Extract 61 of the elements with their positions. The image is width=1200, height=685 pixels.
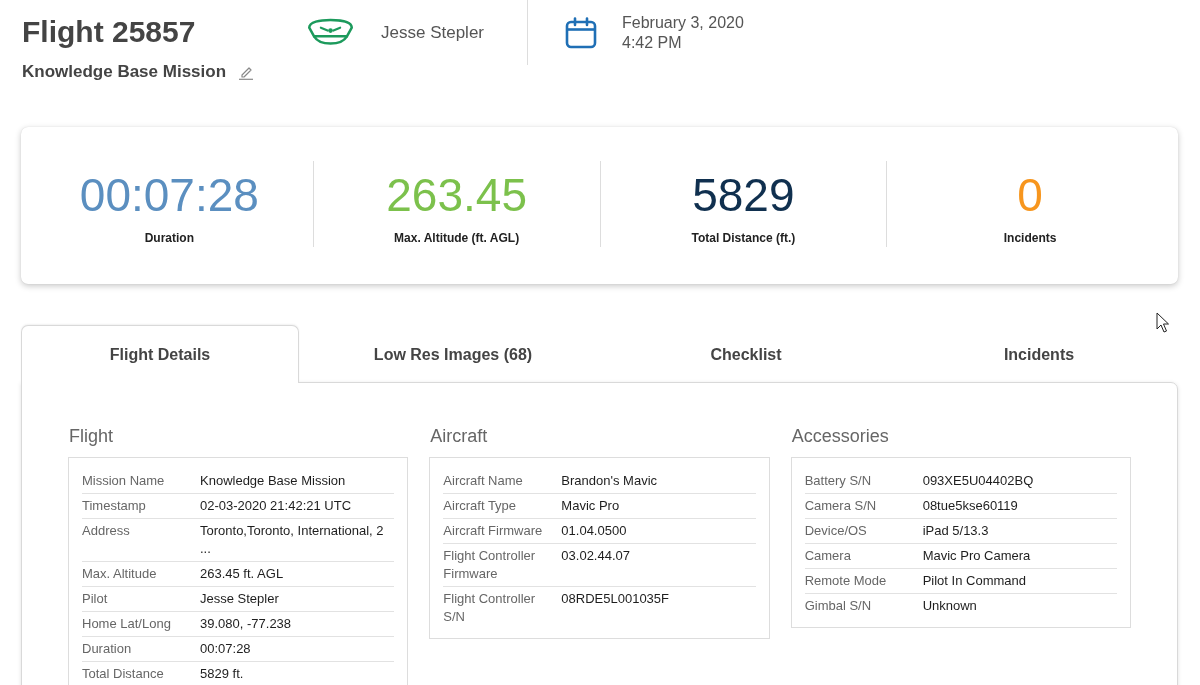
field-value: Knowledge Base Mission — [200, 472, 347, 490]
field-label: Device/OS — [804, 522, 868, 540]
tab[interactable]: Incidents — [900, 325, 1178, 383]
field-label: Mission Name — [82, 472, 166, 490]
field-value: 02-03-2020 21:42:21 UTC — [200, 497, 353, 515]
field-label: Aircraft Type — [443, 497, 518, 515]
field-value: Mavic Pro Camera — [922, 547, 1032, 565]
calendar-icon — [565, 16, 597, 49]
field-value: 093XE5U04402BQ — [922, 472, 1035, 490]
field-label: Remote Mode — [804, 572, 888, 590]
field-label: Camera — [804, 547, 852, 565]
field-value: 00:07:28 — [200, 640, 252, 658]
field-label: Pilot — [82, 590, 109, 608]
field-value: 5829 ft. — [200, 665, 245, 683]
section-title: Flight — [69, 425, 114, 447]
field-label: Battery S/N — [804, 472, 873, 490]
field-label: Aircraft Name — [443, 472, 524, 490]
pilot-cap-icon — [306, 18, 355, 47]
field-value: 39.080, -77.238 — [200, 615, 293, 633]
field-value: 01.04.0500 — [561, 522, 628, 540]
section-title: Accessories — [791, 425, 890, 447]
field-value: 08tue5kse60119 — [922, 497, 1019, 515]
field-value: Brandon's Mavic — [561, 472, 659, 490]
field-label: Address — [82, 522, 131, 540]
field-label: Aircraft Firmware — [443, 522, 544, 540]
mouse-pointer-icon — [1156, 312, 1169, 333]
stat-label: Duration — [143, 230, 196, 246]
stat-value: 0 — [1016, 169, 1044, 221]
field-label: Home Lat/Long — [82, 615, 172, 633]
pilot-name: Jesse Stepler — [381, 22, 484, 43]
stat-value: 00:07:28 — [78, 169, 260, 221]
field-value: 263.45 ft. AGL — [200, 565, 285, 583]
tab[interactable]: Low Res Images (68) — [314, 325, 592, 383]
field-value: Toronto,Toronto, International, 2 ... — [200, 522, 385, 558]
flight-date: February 3, 2020 — [622, 12, 744, 33]
field-value: iPad 5/13.3 — [922, 522, 990, 540]
stat-label: Incidents — [1002, 230, 1058, 246]
field-value: Pilot In Command — [922, 572, 1027, 590]
field-label: Flight Controller S/N — [443, 590, 537, 626]
field-value: Mavic Pro — [561, 497, 621, 515]
field-label: Duration — [82, 640, 133, 658]
section-title: Aircraft — [430, 425, 489, 447]
tab[interactable]: Flight Details — [21, 325, 299, 383]
field-value: 08RDE5L001035F — [561, 590, 671, 608]
flight-title: Flight 25857 — [22, 14, 197, 50]
field-value: Jesse Stepler — [200, 590, 280, 608]
field-label: Total Distance — [82, 665, 165, 683]
flight-time: 4:42 PM — [622, 32, 683, 53]
stat-value: 263.45 — [385, 169, 528, 221]
field-label: Camera S/N — [804, 497, 878, 515]
field-label: Flight Controller Firmware — [443, 547, 537, 583]
stat-label: Max. Altitude (ft. AGL) — [393, 230, 521, 246]
stat-value: 5829 — [691, 169, 796, 221]
stat-label: Total Distance (ft.) — [690, 230, 797, 246]
field-value: Unknown — [922, 597, 978, 615]
field-value: 03.02.44.07 — [561, 547, 631, 565]
field-label: Gimbal S/N — [804, 597, 873, 615]
tab[interactable]: Checklist — [607, 325, 885, 383]
field-label: Timestamp — [82, 497, 147, 515]
field-label: Max. Altitude — [82, 565, 158, 583]
mission-name: Knowledge Base Mission — [22, 61, 227, 83]
